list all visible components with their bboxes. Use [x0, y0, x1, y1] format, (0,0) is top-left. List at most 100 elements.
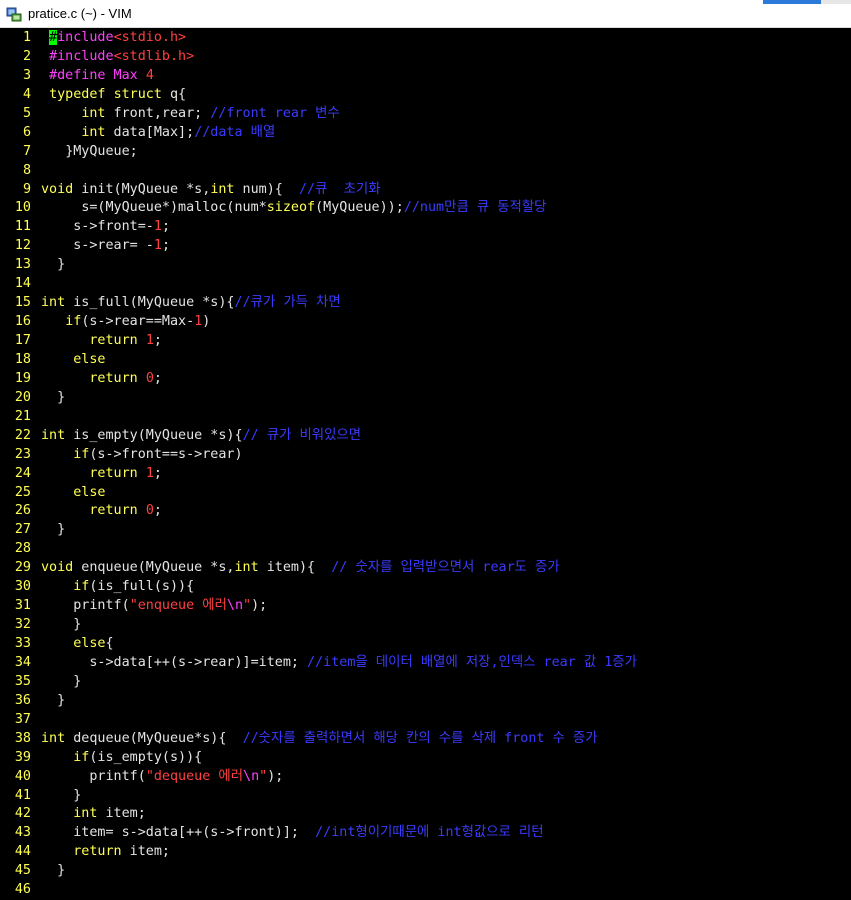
code-text: item= s->data[++(s->front)]; //int형이기때문에…	[41, 824, 544, 843]
code-line[interactable]: 46	[0, 881, 851, 900]
code-token: "	[259, 769, 267, 784]
code-token: item= s->data[++(s->front)];	[73, 825, 315, 840]
line-number: 40	[0, 768, 41, 787]
code-line[interactable]: 43 item= s->data[++(s->front)]; //int형이기…	[0, 824, 851, 843]
code-token	[138, 333, 146, 348]
code-token: //숫자를 출력하면서 해당 칸의 수를 삭제 front 수 증가	[243, 731, 598, 746]
code-text: }	[41, 616, 81, 635]
code-token: <stdlib.h>	[114, 49, 195, 64]
code-line[interactable]: 29void enqueue(MyQueue *s,int item){ // …	[0, 559, 851, 578]
code-text: #include<stdio.h>	[41, 29, 186, 48]
code-line[interactable]: 31 printf("enqueue 에러\n");	[0, 597, 851, 616]
code-line[interactable]: 3 #define Max 4	[0, 67, 851, 86]
code-token: int	[81, 106, 105, 121]
code-line[interactable]: 10 s=(MyQueue*)malloc(num*sizeof(MyQueue…	[0, 199, 851, 218]
code-line[interactable]: 38int dequeue(MyQueue*s){ //숫자를 출력하면서 해당…	[0, 730, 851, 749]
code-token: \n	[227, 598, 243, 613]
code-text: int dequeue(MyQueue*s){ //숫자를 출력하면서 해당 칸…	[41, 730, 598, 749]
code-line[interactable]: 18 else	[0, 351, 851, 370]
code-line[interactable]: 27 }	[0, 521, 851, 540]
code-line[interactable]: 1 #include<stdio.h>	[0, 29, 851, 48]
code-text: else	[41, 484, 106, 503]
indent	[41, 844, 73, 859]
code-line[interactable]: 40 printf("dequeue 에러\n");	[0, 768, 851, 787]
code-line[interactable]: 16 if(s->rear==Max-1)	[0, 313, 851, 332]
code-line[interactable]: 24 return 1;	[0, 465, 851, 484]
window-controls[interactable]	[763, 0, 851, 4]
indent	[41, 144, 65, 159]
code-token: s->data[++(s->rear)]=item;	[89, 655, 307, 670]
code-line[interactable]: 21	[0, 408, 851, 427]
code-line[interactable]: 39 if(is_empty(s)){	[0, 749, 851, 768]
code-line[interactable]: 30 if(is_full(s)){	[0, 578, 851, 597]
code-line[interactable]: 6 int data[Max];//data 배열	[0, 124, 851, 143]
code-line[interactable]: 37	[0, 711, 851, 730]
indent	[41, 806, 73, 821]
code-line[interactable]: 25 else	[0, 484, 851, 503]
code-line[interactable]: 35 }	[0, 673, 851, 692]
minimize-button[interactable]	[763, 0, 821, 4]
code-line[interactable]: 14	[0, 275, 851, 294]
code-token: <stdio.h>	[114, 30, 187, 45]
code-line[interactable]: 26 return 0;	[0, 502, 851, 521]
code-text: }	[41, 862, 65, 881]
code-line[interactable]: 4 typedef struct q{	[0, 86, 851, 105]
code-line[interactable]: 17 return 1;	[0, 332, 851, 351]
code-line[interactable]: 34 s->data[++(s->rear)]=item; //item을 데이…	[0, 654, 851, 673]
code-token: //front rear 변수	[210, 106, 339, 121]
code-line[interactable]: 8	[0, 162, 851, 181]
code-token: return	[89, 371, 137, 386]
code-line[interactable]: 28	[0, 540, 851, 559]
code-token: }	[57, 863, 65, 878]
code-line[interactable]: 23 if(s->front==s->rear)	[0, 446, 851, 465]
code-token: //item을 데이터 배열에 저장,인덱스 rear 값 1증가	[307, 655, 637, 670]
code-token: if	[65, 314, 81, 329]
indent	[41, 503, 89, 518]
code-line[interactable]: 11 s->front=-1;	[0, 218, 851, 237]
indent	[41, 579, 73, 594]
code-text: }	[41, 673, 81, 692]
indent	[41, 333, 89, 348]
code-line[interactable]: 36 }	[0, 692, 851, 711]
code-text: int front,rear; //front rear 변수	[41, 105, 340, 124]
code-line[interactable]: 42 int item;	[0, 805, 851, 824]
code-line[interactable]: 45 }	[0, 862, 851, 881]
code-line[interactable]: 5 int front,rear; //front rear 변수	[0, 105, 851, 124]
vim-app-icon[interactable]	[6, 6, 22, 22]
line-number: 28	[0, 540, 41, 559]
indent	[41, 238, 73, 253]
code-line[interactable]: 13 }	[0, 256, 851, 275]
code-line[interactable]: 22int is_empty(MyQueue *s){// 큐가 비워있으면	[0, 427, 851, 446]
text-cursor: #	[49, 30, 57, 45]
code-token: (s->rear==Max-	[81, 314, 194, 329]
line-number: 23	[0, 446, 41, 465]
code-text: s->front=-1;	[41, 218, 170, 237]
code-text: int is_full(MyQueue *s){//큐가 가득 차면	[41, 294, 341, 313]
code-line[interactable]: 12 s->rear= -1;	[0, 237, 851, 256]
line-number: 39	[0, 749, 41, 768]
vim-editor-buffer[interactable]: 1 #include<stdio.h>2 #include<stdlib.h>3…	[0, 28, 851, 897]
code-line[interactable]: 33 else{	[0, 635, 851, 654]
code-line[interactable]: 20 }	[0, 389, 851, 408]
code-token: num){	[235, 182, 300, 197]
code-line[interactable]: 32 }	[0, 616, 851, 635]
code-line[interactable]: 9void init(MyQueue *s,int num){ //큐 초기화	[0, 181, 851, 200]
line-number: 24	[0, 465, 41, 484]
indent	[41, 352, 73, 367]
code-token: 1	[154, 238, 162, 253]
code-line[interactable]: 7 }MyQueue;	[0, 143, 851, 162]
line-number: 31	[0, 597, 41, 616]
close-button[interactable]	[821, 0, 851, 4]
code-line[interactable]: 2 #include<stdlib.h>	[0, 48, 851, 67]
code-text: if(s->rear==Max-1)	[41, 313, 210, 332]
code-token: enqueue(MyQueue *s,	[73, 560, 234, 575]
code-token: include	[57, 30, 113, 45]
code-line[interactable]: 15int is_full(MyQueue *s){//큐가 가득 차면	[0, 294, 851, 313]
line-number: 44	[0, 843, 41, 862]
line-number: 14	[0, 275, 41, 294]
code-line[interactable]: 19 return 0;	[0, 370, 851, 389]
code-line[interactable]: 44 return item;	[0, 843, 851, 862]
code-line[interactable]: 41 }	[0, 787, 851, 806]
line-number: 27	[0, 521, 41, 540]
line-number: 13	[0, 256, 41, 275]
